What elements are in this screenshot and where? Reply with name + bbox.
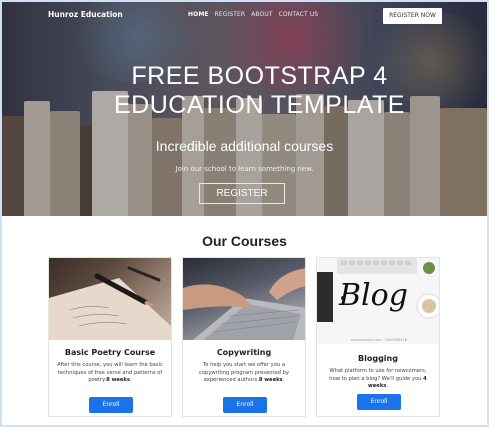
hero-banner: Hunroz Education HOME REGISTER ABOUT CON… [2, 2, 487, 216]
course-description: To help you start we offer you a copywri… [199, 362, 289, 383]
nav-link-contact[interactable]: CONTACT US [279, 11, 319, 18]
course-description: After this course, you will learn the ba… [57, 362, 163, 383]
courses-heading: Our Courses [202, 233, 287, 249]
top-navbar: Hunroz Education HOME REGISTER ABOUT CON… [2, 2, 487, 28]
nav-link-register[interactable]: REGISTER [215, 11, 246, 18]
register-now-button[interactable]: REGISTER NOW [383, 8, 442, 24]
hero-description: Join our school to learn something new. [175, 165, 314, 173]
course-card-blogging: Blog shutterstock.com · 1060958416 Blogg… [316, 257, 440, 417]
blog-image-word: Blog [339, 278, 408, 313]
hero-title-line-2: EDUCATION TEMPLATE [114, 91, 405, 119]
image-watermark: shutterstock.com · 1060958416 [350, 338, 408, 342]
poetry-course-image [49, 258, 171, 340]
course-title: Copywriting [216, 348, 272, 357]
enroll-button[interactable]: Enroll [357, 394, 401, 410]
hero-subtitle: Incredible additional courses [155, 138, 334, 154]
copywriting-course-image [183, 258, 305, 340]
course-title: Basic Poetry Course [64, 348, 156, 357]
course-card-poetry: Basic Poetry Course After this course, y… [48, 257, 172, 417]
enroll-button[interactable]: Enroll [89, 397, 133, 413]
course-title: Blogging [358, 354, 398, 363]
course-card-copywriting: Copywriting To help you start we offer y… [182, 257, 306, 417]
nav-link-home[interactable]: HOME [188, 11, 209, 18]
course-description: What platform to use for newcomers, how … [329, 368, 427, 389]
brand-logo[interactable]: Hunroz Education [48, 10, 123, 19]
hero-title-line-1: FREE BOOTSTRAP 4 [131, 62, 388, 90]
hero-register-button[interactable]: REGISTER [199, 183, 285, 204]
nav-links: HOME REGISTER ABOUT CONTACT US [188, 11, 318, 18]
nav-link-about[interactable]: ABOUT [251, 11, 272, 18]
enroll-button[interactable]: Enroll [223, 397, 267, 413]
hero-title: FREE BOOTSTRAP 4 EDUCATION TEMPLATE [2, 62, 487, 120]
